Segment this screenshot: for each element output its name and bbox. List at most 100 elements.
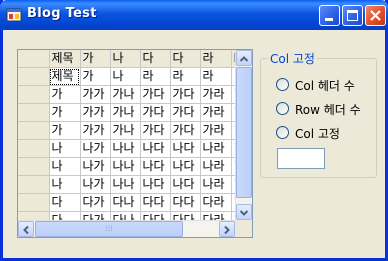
minimize-button[interactable] [319,5,340,26]
row-header[interactable] [18,121,50,140]
close-icon [370,10,381,21]
grid-cell[interactable]: 나다 [140,175,171,194]
grid-cell[interactable]: 나가 [80,139,111,158]
grid-cell[interactable]: 나다 [140,157,171,176]
grid-cell[interactable]: 가라 [200,85,232,104]
grid-cell[interactable]: 나라 [200,139,232,158]
grid-cell[interactable]: 다다 [140,193,171,212]
grid-cell[interactable]: 다나 [110,193,141,212]
grid-cell[interactable]: 가라 [200,121,232,140]
column-header[interactable]: 다 [140,50,171,68]
grid-cell[interactable]: 가다 [140,121,171,140]
maximize-button[interactable] [342,5,363,26]
row-header[interactable] [18,103,50,122]
radio-label: Col 헤더 수 [295,79,355,93]
grid-cell[interactable]: 나다 [170,175,201,194]
minimize-icon [325,18,333,21]
grid-cell[interactable]: 나 [49,139,81,158]
grid-cell[interactable]: 가 [49,85,81,104]
scroll-down-button[interactable] [236,204,252,220]
grid-cell[interactable]: 제목 [49,67,81,86]
grid-cell[interactable]: 라 [200,67,232,86]
grid-cell[interactable]: 다가 [80,193,111,212]
grid-cell[interactable]: 나나 [110,157,141,176]
grid-cell[interactable]: 다라 [200,193,232,212]
column-header[interactable]: 나 [110,50,141,68]
vertical-scroll-thumb[interactable] [236,67,252,198]
data-grid[interactable]: 제목가나다다라I제목가나라라라가가가가나가다가다가라1가가가가나가다가다가라1가… [17,49,253,238]
radio-button-circle[interactable] [276,126,289,139]
row-header[interactable] [18,67,50,86]
radio-label: Row 헤더 수 [295,103,361,117]
chevron-down-icon [239,210,249,216]
grid-cell[interactable]: 라 [170,67,201,86]
groupbox-legend: Col 고정 [268,50,317,67]
row-header[interactable] [18,139,50,158]
grid-cell[interactable]: 가 [80,67,111,86]
grid-header-row: 제목가나다다라I [18,50,252,68]
grid-cell[interactable]: 가나 [110,103,141,122]
close-button[interactable] [365,5,386,26]
column-header[interactable]: 제목 [49,50,81,68]
table-row[interactable]: 나나가나나나다나다나라1 [18,157,252,176]
table-row[interactable]: 가가가가나가다가다가라1 [18,85,252,104]
grid-cell[interactable]: 가 [49,121,81,140]
grid-cell[interactable]: 가가 [80,85,111,104]
grid-cell[interactable]: 라 [140,67,171,86]
grid-cell[interactable]: 나 [49,157,81,176]
table-row[interactable]: 가가가가나가다가다가라1 [18,103,252,122]
grid-cell[interactable]: 가다 [170,85,201,104]
horizontal-scrollbar[interactable]: ⁞⁞⁞ [18,220,236,237]
grid-corner-cell[interactable] [18,50,50,68]
grid-cell[interactable]: 나다 [170,139,201,158]
table-row[interactable]: 다다가다나다다다다다라1 [18,193,252,212]
grid-cell[interactable]: 가다 [140,85,171,104]
grid-cell[interactable]: 가 [49,103,81,122]
grid-cell[interactable]: 가가 [80,121,111,140]
grid-cell[interactable]: 나라 [200,175,232,194]
row-header[interactable] [18,175,50,194]
row-header[interactable] [18,85,50,104]
column-header[interactable]: 다 [170,50,201,68]
chevron-left-icon [23,225,29,235]
grid-cell[interactable]: 나 [49,175,81,194]
grid-cell[interactable]: 나다 [140,139,171,158]
scroll-up-button[interactable] [236,50,252,66]
column-header[interactable]: 가 [80,50,111,68]
grid-cell[interactable]: 가나 [110,121,141,140]
grid-cell[interactable]: 가라 [200,103,232,122]
grid-cell[interactable]: 가다 [170,121,201,140]
row-header[interactable] [18,157,50,176]
scroll-left-button[interactable] [18,221,34,237]
window-title: Blog Test [27,6,97,21]
radio-button-circle[interactable] [276,102,289,115]
chevron-right-icon [224,225,230,235]
vertical-scrollbar[interactable] [235,50,252,221]
table-row[interactable]: 나나가나나나다나다나라1 [18,139,252,158]
grid-cell[interactable]: 가나 [110,85,141,104]
scroll-right-button[interactable] [219,221,235,237]
grid-cell[interactable]: 다다 [170,193,201,212]
title-bar[interactable]: Blog Test [0,0,388,30]
grid-cell[interactable]: 나나 [110,175,141,194]
grid-cell[interactable]: 나가 [80,157,111,176]
table-row[interactable]: 나나가나나나다나다나라1 [18,175,252,194]
grid-cell[interactable]: 가다 [140,103,171,122]
grid-cell[interactable]: 나 [110,67,141,86]
column-header[interactable]: 라 [200,50,232,68]
grid-cell[interactable]: 나다 [170,157,201,176]
radio-button-circle[interactable] [276,78,289,91]
grid-cell[interactable]: 다 [49,193,81,212]
grid-cell[interactable]: 나나 [110,139,141,158]
grid-cell[interactable]: 가가 [80,103,111,122]
table-row[interactable]: 제목 가 나 라 라 라 [18,67,252,86]
table-row[interactable]: 가가가가나가다가다가라1 [18,121,252,140]
row-header[interactable] [18,193,50,212]
grid-cell[interactable]: 나라 [200,157,232,176]
value-textbox[interactable] [277,148,325,169]
grid-cell[interactable]: 가다 [170,103,201,122]
chevron-up-icon [239,56,249,62]
scrollbar-corner [235,220,252,237]
horizontal-scroll-thumb[interactable]: ⁞⁞⁞ [35,221,183,237]
grid-cell[interactable]: 나가 [80,175,111,194]
